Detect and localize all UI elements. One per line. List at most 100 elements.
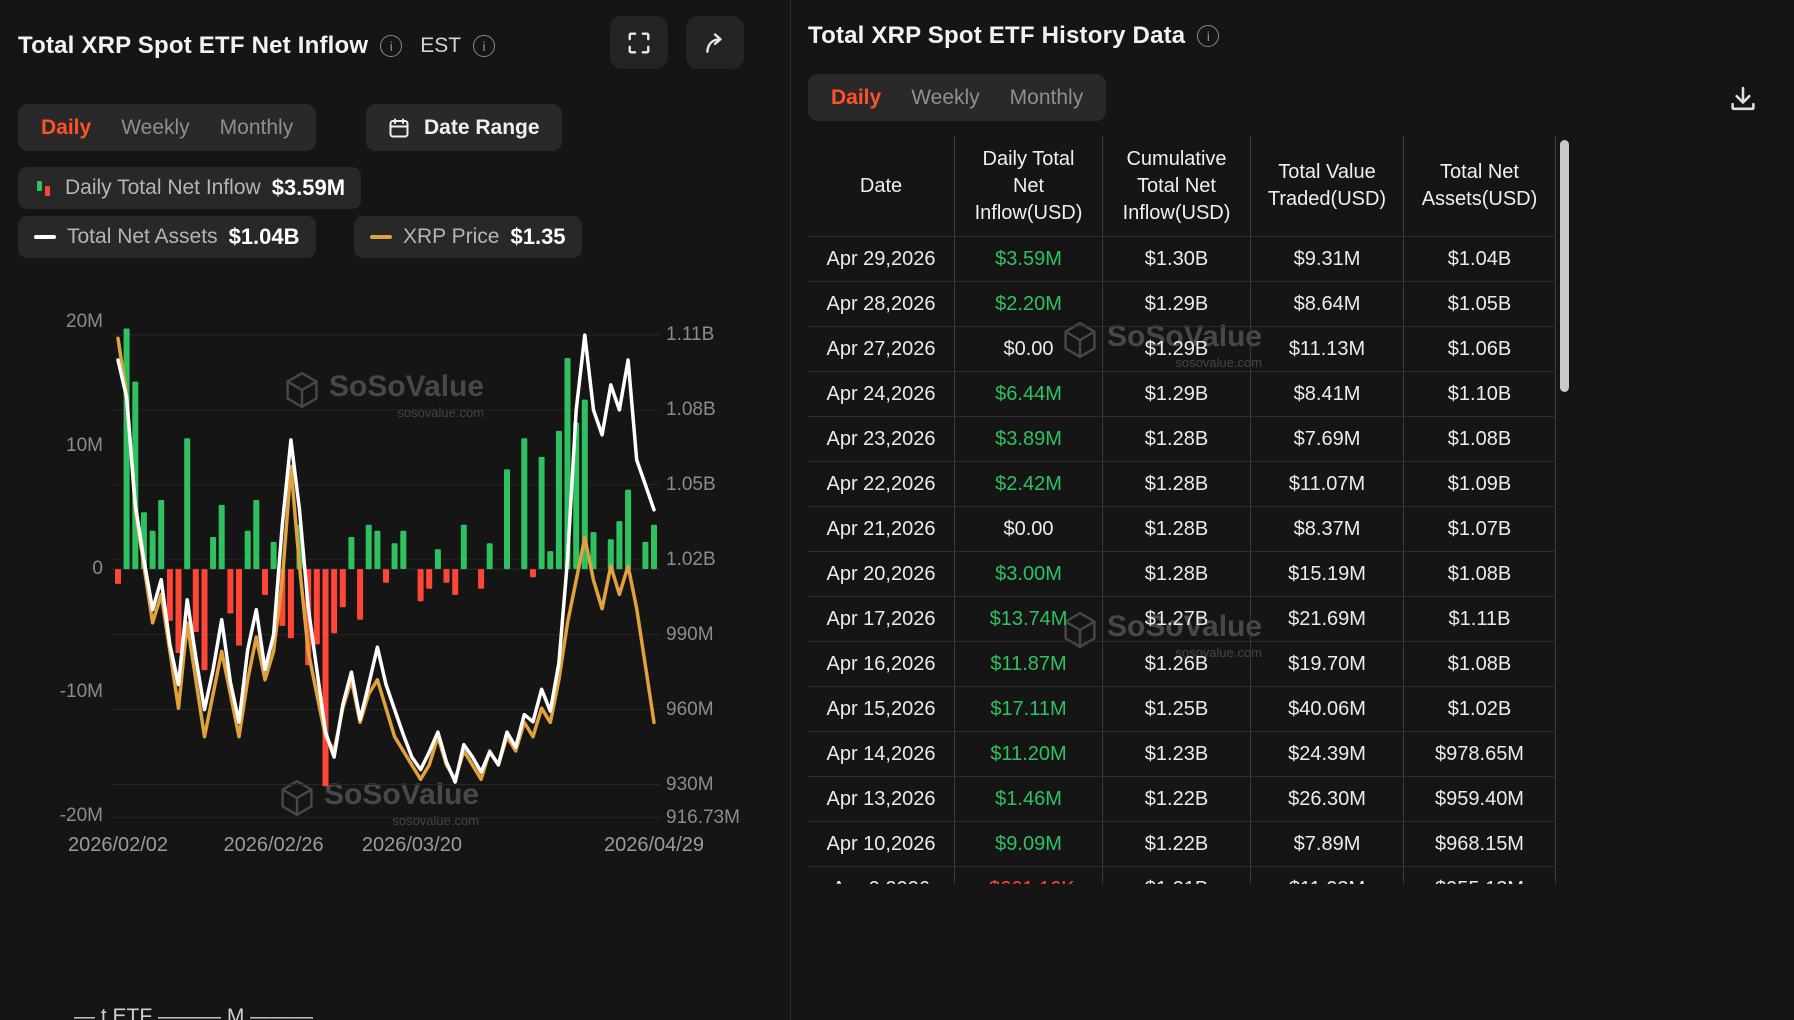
inflow-bar bbox=[461, 525, 467, 569]
y-left-tick-label: 10M bbox=[66, 435, 103, 457]
tab-weekly[interactable]: Weekly bbox=[106, 104, 204, 151]
inflow-bar bbox=[651, 525, 657, 569]
date-range-label: Date Range bbox=[424, 116, 540, 140]
cell-date: Apr 9,2026 bbox=[808, 867, 955, 884]
cell-cumulative_inflow: $1.29B bbox=[1103, 327, 1251, 371]
table-row: Apr 16,2026$11.87M$1.26B$19.70M$1.08B bbox=[808, 641, 1556, 686]
cell-cumulative_inflow: $1.25B bbox=[1103, 687, 1251, 731]
legend-daily-net-inflow[interactable]: Daily Total Net Inflow $3.59M bbox=[18, 167, 361, 209]
cell-net_assets: $1.05B bbox=[1404, 282, 1556, 326]
fullscreen-button[interactable] bbox=[610, 16, 668, 69]
cell-daily_inflow: -$661.16K bbox=[955, 867, 1103, 884]
inflow-bar bbox=[400, 531, 406, 569]
cell-cumulative_inflow: $1.21B bbox=[1103, 867, 1251, 884]
inflow-bar bbox=[418, 569, 424, 601]
inflow-bar bbox=[158, 500, 164, 569]
cell-daily_inflow: $13.74M bbox=[955, 597, 1103, 641]
cell-date: Apr 29,2026 bbox=[808, 237, 955, 281]
cell-net_assets: $1.04B bbox=[1404, 237, 1556, 281]
info-icon[interactable]: i bbox=[380, 35, 402, 57]
cell-date: Apr 24,2026 bbox=[808, 372, 955, 416]
inflow-bar bbox=[444, 569, 450, 583]
inflow-bar bbox=[366, 525, 372, 569]
tab-daily[interactable]: Daily bbox=[816, 74, 896, 121]
header-date: Date bbox=[808, 136, 955, 236]
download-button[interactable] bbox=[1722, 78, 1764, 120]
cell-cumulative_inflow: $1.29B bbox=[1103, 282, 1251, 326]
date-range-button[interactable]: Date Range bbox=[366, 104, 562, 151]
legend-value: $1.35 bbox=[510, 224, 565, 250]
table-row: Apr 20,2026$3.00M$1.28B$15.19M$1.08B bbox=[808, 551, 1556, 596]
table-header-row: Date Daily Total Net Inflow(USD) Cumulat… bbox=[808, 136, 1556, 236]
cell-date: Apr 16,2026 bbox=[808, 642, 955, 686]
y-right-tick-label: 1.11B bbox=[666, 324, 714, 346]
table-row: Apr 13,2026$1.46M$1.22B$26.30M$959.40M bbox=[808, 776, 1556, 821]
header-value-traded: Total Value Traded(USD) bbox=[1251, 136, 1404, 236]
cell-cumulative_inflow: $1.30B bbox=[1103, 237, 1251, 281]
chart-period-tabs: Daily Weekly Monthly bbox=[18, 104, 316, 151]
cell-daily_inflow: $11.87M bbox=[955, 642, 1103, 686]
inflow-bar bbox=[150, 531, 156, 569]
tab-monthly[interactable]: Monthly bbox=[995, 74, 1099, 121]
x-axis-tick-label: 2026/02/26 bbox=[224, 834, 324, 857]
cell-value_traded: $19.70M bbox=[1251, 642, 1404, 686]
y-left-tick-label: -10M bbox=[60, 681, 103, 703]
y-right-tick-label: 1.05B bbox=[666, 474, 716, 496]
share-button[interactable] bbox=[686, 16, 744, 69]
cell-value_traded: $21.69M bbox=[1251, 597, 1404, 641]
cell-net_assets: $959.40M bbox=[1404, 777, 1556, 821]
inflow-bar bbox=[323, 569, 329, 786]
cell-value_traded: $15.19M bbox=[1251, 552, 1404, 596]
info-icon[interactable]: i bbox=[1197, 25, 1219, 47]
inflow-bar bbox=[556, 431, 562, 569]
inflow-bar bbox=[167, 569, 173, 621]
table-scrollbar-thumb[interactable] bbox=[1560, 140, 1569, 392]
history-data-panel: Total XRP Spot ETF History Data i Daily … bbox=[791, 0, 1794, 1020]
cell-value_traded: $11.07M bbox=[1251, 462, 1404, 506]
table-row: Apr 23,2026$3.89M$1.28B$7.69M$1.08B bbox=[808, 416, 1556, 461]
chart-actions bbox=[610, 16, 744, 69]
cell-daily_inflow: $2.20M bbox=[955, 282, 1103, 326]
cell-cumulative_inflow: $1.26B bbox=[1103, 642, 1251, 686]
tab-daily[interactable]: Daily bbox=[26, 104, 106, 151]
cell-net_assets: $978.65M bbox=[1404, 732, 1556, 776]
info-icon[interactable]: i bbox=[473, 35, 495, 57]
right-axis-labels: 1.11B1.08B1.05B1.02B990M960M930M916.73M bbox=[666, 310, 790, 822]
share-icon bbox=[703, 31, 727, 55]
cell-value_traded: $11.13M bbox=[1251, 327, 1404, 371]
inflow-bar bbox=[236, 569, 242, 646]
inflow-bar bbox=[348, 537, 354, 569]
cell-cumulative_inflow: $1.22B bbox=[1103, 822, 1251, 866]
amber-line-icon bbox=[370, 235, 392, 239]
inflow-bar bbox=[340, 569, 346, 607]
inflow-bar bbox=[314, 569, 320, 644]
tab-weekly[interactable]: Weekly bbox=[896, 74, 994, 121]
cell-daily_inflow: $9.09M bbox=[955, 822, 1103, 866]
legend-xrp-price[interactable]: XRP Price $1.35 bbox=[354, 216, 582, 258]
inflow-bar bbox=[288, 569, 294, 638]
legend-total-net-assets[interactable]: Total Net Assets $1.04B bbox=[18, 216, 316, 258]
table-body: Apr 29,2026$3.59M$1.30B$9.31M$1.04BApr 2… bbox=[808, 236, 1556, 884]
table-period-tabs: Daily Weekly Monthly bbox=[808, 74, 1106, 121]
cell-daily_inflow: $0.00 bbox=[955, 327, 1103, 371]
inflow-bar bbox=[435, 549, 441, 569]
cell-date: Apr 21,2026 bbox=[808, 507, 955, 551]
cell-date: Apr 15,2026 bbox=[808, 687, 955, 731]
inflow-bar bbox=[124, 329, 130, 570]
cell-value_traded: $9.31M bbox=[1251, 237, 1404, 281]
cell-date: Apr 20,2026 bbox=[808, 552, 955, 596]
cell-value_traded: $24.39M bbox=[1251, 732, 1404, 776]
y-right-tick-label: 1.08B bbox=[666, 399, 716, 421]
inflow-bar bbox=[521, 438, 527, 569]
inflow-bar bbox=[193, 569, 199, 632]
net-inflow-chart[interactable] bbox=[112, 310, 660, 822]
tab-monthly[interactable]: Monthly bbox=[205, 104, 309, 151]
download-icon bbox=[1728, 84, 1758, 114]
legend-label: Total Net Assets bbox=[67, 225, 218, 249]
cell-date: Apr 28,2026 bbox=[808, 282, 955, 326]
table-row: Apr 9,2026-$661.16K$1.21B$11.03M$955.13M bbox=[808, 866, 1556, 884]
cell-date: Apr 23,2026 bbox=[808, 417, 955, 461]
table-row: Apr 24,2026$6.44M$1.29B$8.41M$1.10B bbox=[808, 371, 1556, 416]
legend-label: XRP Price bbox=[403, 225, 499, 249]
cell-net_assets: $955.13M bbox=[1404, 867, 1556, 884]
